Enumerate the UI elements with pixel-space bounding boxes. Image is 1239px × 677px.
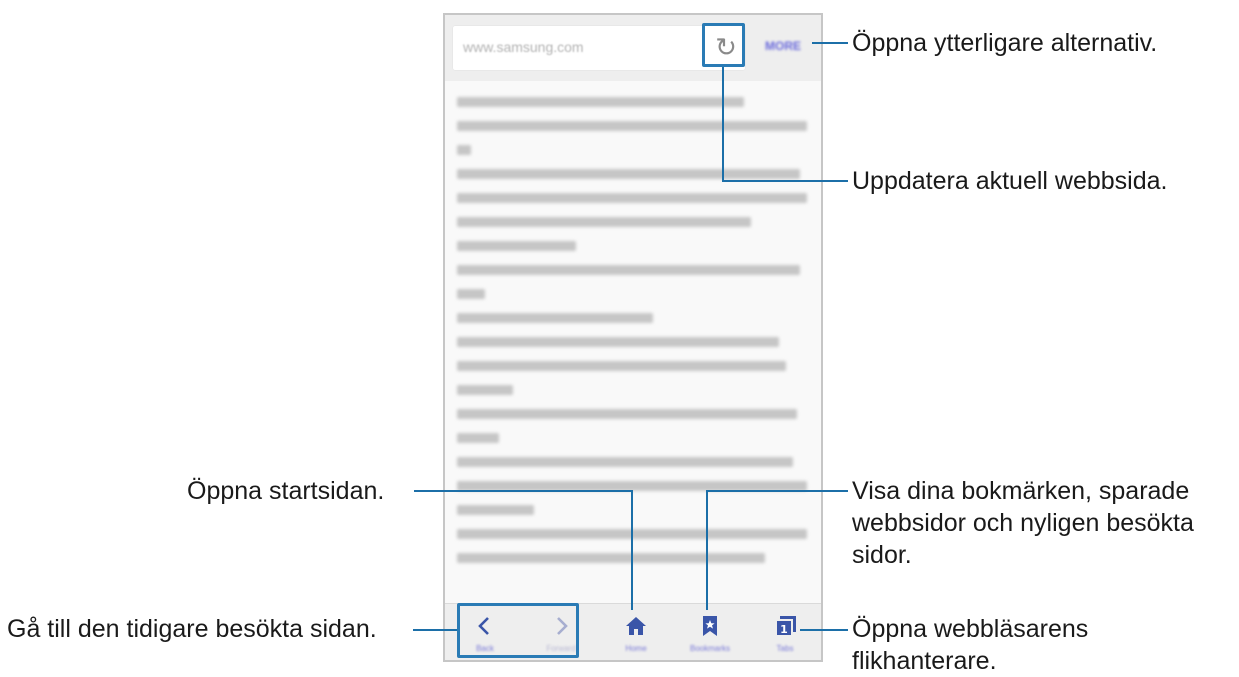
leader-reload-h [722, 180, 848, 182]
more-button[interactable]: MORE [765, 39, 801, 53]
tabs-label: Tabs [776, 644, 794, 653]
leader-tabs [800, 629, 848, 631]
annotation-more: Öppna ytterligare alternativ. [852, 29, 1158, 57]
home-label: Home [625, 644, 647, 653]
browser-screen: www.samsung.com ↻ MORE Back Forward Home… [443, 13, 823, 662]
url-bar: www.samsung.com ↻ MORE [445, 15, 821, 81]
tabs-button[interactable]: 1 Tabs [757, 604, 813, 660]
leader-home-h [414, 490, 632, 492]
home-button[interactable]: Home [608, 604, 664, 660]
annotation-tabs-line1: Öppna webbläsarens [852, 615, 1089, 643]
annotation-tabs-line2: flikhanterare. [852, 647, 997, 675]
url-text: www.samsung.com [463, 39, 584, 55]
annotation-tabs: Öppna webbläsarens flikhanterare. [852, 613, 1088, 677]
tabs-icon: 1 [775, 616, 796, 637]
annotation-bookmarks-line3: sidor. [852, 541, 912, 569]
leader-bookmarks-v [706, 490, 708, 610]
annotation-bookmarks-line1: Visa dina bokmärken, sparade [852, 477, 1190, 505]
annotation-bookmarks: Visa dina bokmärken, sparade webbsidor o… [852, 475, 1194, 571]
reload-highlight [702, 23, 745, 67]
leader-more [812, 42, 848, 44]
annotation-reload: Uppdatera aktuell webbsida. [852, 167, 1168, 195]
leader-back [413, 629, 457, 631]
annotation-back: Gå till den tidigare besökta sidan. [7, 615, 377, 643]
bookmarks-button[interactable]: Bookmarks [682, 604, 738, 660]
leader-home-v [631, 490, 633, 610]
annotation-bookmarks-line2: webbsidor och nyligen besökta [852, 509, 1194, 537]
annotation-home: Öppna startsidan. [187, 477, 385, 505]
back-forward-highlight [457, 603, 579, 658]
bookmarks-label: Bookmarks [689, 644, 730, 653]
home-icon [626, 617, 646, 635]
bookmark-icon [703, 616, 717, 636]
tab-count: 1 [780, 623, 788, 636]
leader-bookmarks-h [706, 490, 848, 492]
leader-reload-v [722, 67, 724, 181]
